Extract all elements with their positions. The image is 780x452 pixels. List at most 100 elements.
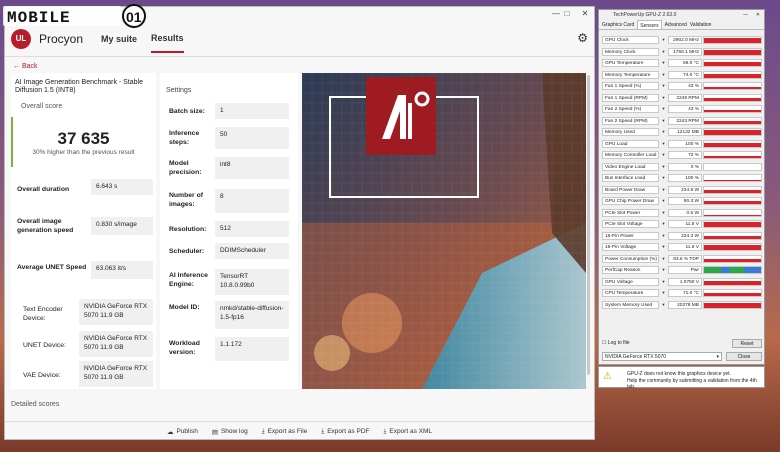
reset-button[interactable]: Reset: [732, 339, 762, 348]
chevron-down-icon[interactable]: ▾: [660, 36, 667, 44]
tab-sensors[interactable]: Sensors: [637, 20, 662, 29]
sensor-graph: [703, 47, 762, 56]
close-icon[interactable]: ✕: [579, 9, 591, 18]
sensor-row: GPU Clock ▾ 2902.0 MHz: [602, 35, 763, 45]
chevron-down-icon[interactable]: ▾: [660, 151, 667, 159]
tab-graphics-card[interactable]: Graphics Card: [602, 20, 634, 29]
sensor-value: 74.0 °C: [668, 70, 702, 79]
footer-toolbar: ☁ Publish ▤ Show log ⤓ Export as File ⤓ Expo…: [5, 421, 594, 441]
setting-value: 1: [215, 103, 289, 119]
sensor-graph: [703, 277, 762, 286]
export-xml-label: Export as XML: [389, 428, 432, 435]
sensor-value: 43 %: [668, 82, 702, 90]
sensor-value: 1750.1 MHz: [668, 47, 702, 56]
svg-text:MOBILE: MOBILE: [7, 9, 71, 27]
setting-label: Model precision:: [169, 160, 202, 176]
sensor-row: GPU Load ▾ 100 %: [602, 139, 763, 149]
tab-advanced[interactable]: Advanced: [665, 20, 687, 29]
chevron-down-icon[interactable]: ▾: [660, 255, 667, 263]
export-pdf-button[interactable]: ⤓ Export as PDF: [321, 428, 369, 436]
sensor-graph: [703, 70, 762, 79]
setting-value: DDIMScheduler: [215, 243, 289, 259]
chevron-down-icon[interactable]: ▾: [660, 197, 667, 205]
chevron-down-icon[interactable]: ▾: [660, 48, 667, 56]
close-button[interactable]: Close: [726, 352, 762, 361]
device-label: UNET Device:: [23, 342, 66, 349]
chevron-down-icon[interactable]: ▾: [660, 59, 667, 67]
chevron-down-icon[interactable]: ▾: [660, 71, 667, 79]
sensor-row: PerfCap Reason ▾ Pwr: [602, 265, 763, 275]
sensor-value: 90.3 W: [668, 197, 702, 205]
sensor-value: 2902.0 MHz: [668, 36, 702, 44]
sensor-graph: [703, 162, 762, 171]
sensor-name: GPU Voltage: [602, 277, 659, 286]
sensor-graph: [703, 105, 762, 113]
device-select[interactable]: NVIDIA GeForce RTX 5070 ▾: [602, 352, 722, 361]
log-icon: ▤: [211, 428, 218, 436]
sensor-value: 12132 MB: [668, 128, 702, 136]
gear-icon[interactable]: ⚙: [577, 31, 588, 45]
sensor-name: Board Power Draw: [602, 185, 659, 194]
chevron-down-icon[interactable]: ▾: [660, 266, 667, 274]
sensor-value: 0.5 W: [668, 208, 702, 217]
sensor-graph: [703, 59, 762, 67]
show-log-button[interactable]: ▤ Show log: [212, 428, 248, 436]
minimize-icon[interactable]: —: [743, 10, 748, 20]
chevron-down-icon[interactable]: ▾: [660, 94, 667, 102]
export-xml-button[interactable]: ⤓ Export as XML: [383, 428, 432, 436]
sensor-name: System Memory Used: [602, 300, 659, 309]
chevron-down-icon[interactable]: ▾: [660, 289, 667, 297]
setting-value: 512: [215, 221, 289, 237]
overall-score: 37 635: [57, 129, 110, 148]
chevron-down-icon[interactable]: ▾: [660, 220, 667, 228]
sensor-graph: [703, 151, 762, 159]
setting-value: TensorRT 10.8.0.99b0: [215, 269, 289, 295]
chevron-down-icon[interactable]: ▾: [660, 186, 667, 194]
benchmark-title: AI Image Generation Benchmark - Stable D…: [15, 79, 144, 94]
sensor-name: PCIe Slot Voltage: [602, 220, 659, 228]
publish-button[interactable]: ☁ Publish: [167, 428, 198, 436]
sensor-name: Fan 2 Speed (RPM): [602, 116, 659, 125]
sensor-graph: [703, 231, 762, 240]
tab-validation[interactable]: Validation: [690, 20, 712, 29]
sensor-name: 16-Pin Power: [602, 231, 659, 240]
chevron-down-icon[interactable]: ▾: [660, 140, 667, 148]
chevron-down-icon[interactable]: ▾: [660, 117, 667, 125]
detailed-scores-heading[interactable]: Detailed scores: [11, 401, 59, 408]
close-icon[interactable]: ✕: [756, 10, 760, 20]
chevron-down-icon[interactable]: ▾: [660, 82, 667, 90]
sensor-row: Fan 1 Speed (%) ▾ 43 %: [602, 81, 763, 91]
sensor-graph-fill: [704, 244, 761, 250]
chevron-down-icon[interactable]: ▾: [660, 128, 667, 136]
chevron-down-icon[interactable]: ▾: [660, 278, 667, 286]
maximize-icon[interactable]: □: [561, 9, 573, 18]
gpuz-title-bar: TechPowerUp GPU-Z 2.63.0 — ✕: [599, 10, 764, 20]
sensor-value: 11.8 V: [668, 220, 702, 228]
sensor-value: 20278 MB: [668, 300, 702, 309]
chevron-down-icon[interactable]: ▾: [660, 243, 667, 251]
watermark-logo: MOBILE 01: [3, 4, 146, 28]
setting-label: Resolution:: [169, 226, 207, 233]
log-to-file-checkbox[interactable]: ☐ Log to file: [602, 340, 630, 346]
tab-results[interactable]: Results: [151, 25, 184, 53]
device-label: VAE Device:: [23, 372, 61, 379]
chevron-down-icon[interactable]: ▾: [660, 174, 667, 182]
tab-my-suite[interactable]: My suite: [101, 26, 137, 52]
sensor-row: 16-Pin Power ▾ 234.3 W: [602, 231, 763, 241]
scrollbar[interactable]: [587, 75, 590, 375]
chevron-down-icon[interactable]: ▾: [660, 163, 667, 171]
export-file-button[interactable]: ⤓ Export as File: [262, 428, 308, 436]
sensor-row: System Memory Used ▾ 20278 MB: [602, 300, 763, 310]
svg-text:01: 01: [126, 9, 142, 25]
setting-label: AI Inference Engine:: [169, 272, 208, 288]
chevron-down-icon[interactable]: ▾: [660, 232, 667, 240]
chevron-down-icon[interactable]: ▾: [660, 105, 667, 113]
back-link[interactable]: ← Back: [13, 63, 38, 70]
chevron-down-icon[interactable]: ▾: [660, 209, 667, 217]
ul-logo: UL: [11, 28, 31, 49]
sensor-row: Fan 1 Speed (RPM) ▾ 2249 RPM: [602, 93, 763, 103]
sensor-row: PCIe Slot Power ▾ 0.5 W: [602, 208, 763, 218]
chevron-down-icon[interactable]: ▾: [660, 301, 667, 309]
sensor-graph-fill: [704, 156, 761, 158]
sensor-row: Memory Temperature ▾ 74.0 °C: [602, 70, 763, 80]
